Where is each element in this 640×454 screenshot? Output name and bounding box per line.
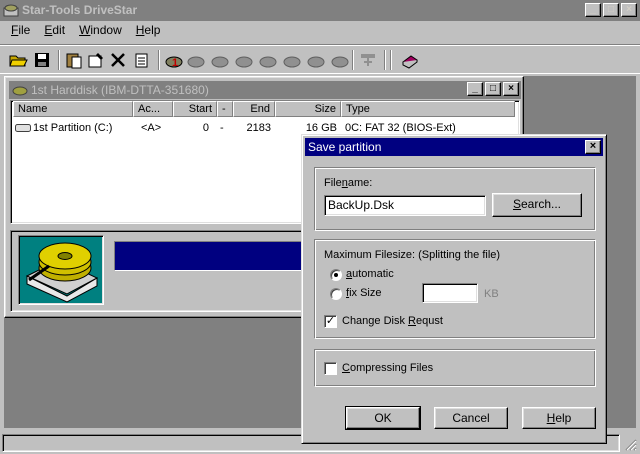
toolbar: 1 — [0, 44, 640, 74]
resize-grip-icon[interactable] — [623, 437, 637, 451]
menu-file[interactable]: File — [4, 21, 37, 41]
network-icon[interactable] — [358, 50, 378, 70]
harddisk-window-title: 1st Harddisk (IBM-DTTA-351680) — [31, 83, 209, 97]
fix-size-input[interactable] — [422, 283, 478, 303]
toolbar-separator — [390, 50, 392, 70]
cancel-button[interactable]: Cancel — [434, 407, 508, 429]
fix-size-label: fix Size — [346, 287, 382, 299]
column-header-start[interactable]: Start — [173, 101, 217, 117]
properties-icon[interactable] — [86, 50, 106, 70]
delete-icon[interactable] — [108, 50, 128, 70]
paste-icon[interactable] — [64, 50, 84, 70]
save-partition-dialog: Save partition × Filename: BackUp.Dsk Se… — [301, 134, 607, 444]
disk-8-icon[interactable] — [330, 50, 350, 70]
close-icon: × — [508, 83, 514, 94]
child-minimize-button[interactable]: _ — [467, 82, 483, 96]
column-header-name[interactable]: Name — [13, 101, 133, 117]
harddisk-icon — [12, 86, 28, 96]
child-close-button[interactable]: × — [503, 82, 519, 96]
svg-text:1: 1 — [172, 57, 178, 69]
automatic-label: automatic — [346, 268, 394, 280]
close-button[interactable]: × — [621, 3, 637, 17]
maximize-icon: □ — [607, 4, 615, 15]
row-end: 2183 — [246, 122, 271, 134]
toolbar-separator — [58, 50, 60, 70]
row-active: <A> — [141, 122, 162, 134]
filename-input[interactable]: BackUp.Dsk — [324, 195, 486, 216]
fix-size-radio[interactable] — [330, 288, 342, 300]
dialog-titlebar[interactable]: Save partition × — [305, 138, 603, 156]
column-header-type[interactable]: Type — [341, 101, 515, 117]
column-header-size[interactable]: Size — [275, 101, 341, 117]
ok-button[interactable]: OK — [345, 406, 421, 430]
help-button[interactable]: Help — [522, 407, 596, 429]
row-dash: - — [220, 122, 224, 134]
column-header-active[interactable]: Ac... — [133, 101, 173, 117]
max-filesize-label: Maximum Filesize: (Splitting the file) — [324, 249, 501, 261]
menu-edit[interactable]: Edit — [37, 21, 72, 41]
maximize-button[interactable]: □ — [603, 3, 619, 17]
harddisk-illustration — [18, 235, 104, 305]
change-disk-checkbox[interactable]: ✓ — [324, 315, 337, 328]
kb-label: KB — [484, 288, 499, 300]
disk-7-icon[interactable] — [306, 50, 326, 70]
disk-6-icon[interactable] — [282, 50, 302, 70]
compress-label: Compressing Files — [342, 362, 434, 374]
app-title: Star-Tools DriveStar — [22, 3, 138, 17]
child-maximize-button[interactable]: □ — [485, 82, 501, 96]
column-header-dash[interactable]: - — [217, 101, 233, 117]
row-start: 0 — [202, 122, 209, 134]
menu-help[interactable]: Help — [129, 21, 168, 41]
disk-4-icon[interactable] — [234, 50, 254, 70]
disk-5-icon[interactable] — [258, 50, 278, 70]
toolbar-separator — [384, 50, 386, 70]
open-folder-icon[interactable] — [8, 50, 28, 70]
row-name: 1st Partition (C:) — [33, 122, 113, 134]
minimize-icon: _ — [472, 83, 478, 94]
drive-icon — [15, 124, 31, 132]
toolbar-separator — [352, 50, 354, 70]
column-header-end[interactable]: End — [233, 101, 275, 117]
close-icon: × — [589, 140, 597, 152]
row-type: 0C: FAT 32 (BIOS-Ext) — [345, 122, 456, 134]
minimize-button[interactable]: _ — [585, 3, 601, 17]
toolbar-separator — [158, 50, 160, 70]
app-titlebar[interactable]: Star-Tools DriveStar _ □ × — [0, 0, 640, 21]
dialog-close-button[interactable]: × — [585, 140, 601, 154]
book-icon[interactable] — [400, 50, 420, 70]
save-icon[interactable] — [32, 50, 52, 70]
maximize-icon: □ — [489, 83, 497, 94]
new-document-icon[interactable] — [132, 50, 152, 70]
disk-1-icon[interactable]: 1 — [164, 50, 184, 70]
close-icon: × — [626, 4, 632, 15]
dialog-title: Save partition — [308, 140, 382, 154]
drivestar-app-icon — [3, 4, 19, 17]
automatic-radio[interactable] — [330, 269, 342, 281]
filename-label: Filename: — [324, 177, 373, 189]
menu-window[interactable]: Window — [72, 21, 129, 41]
row-size: 16 GB — [305, 122, 337, 134]
search-button[interactable]: Search... — [492, 193, 582, 217]
compress-checkbox[interactable] — [324, 362, 337, 375]
minimize-icon: _ — [590, 4, 596, 15]
disk-2-icon[interactable] — [186, 50, 206, 70]
menu-bar: File Edit Window Help — [0, 21, 640, 41]
disk-3-icon[interactable] — [210, 50, 230, 70]
harddisk-image-icon — [25, 242, 99, 303]
harddisk-window-titlebar[interactable]: 1st Harddisk (IBM-DTTA-351680) _ □ × — [9, 81, 521, 99]
change-disk-label: Change Disk Requst — [342, 315, 443, 327]
